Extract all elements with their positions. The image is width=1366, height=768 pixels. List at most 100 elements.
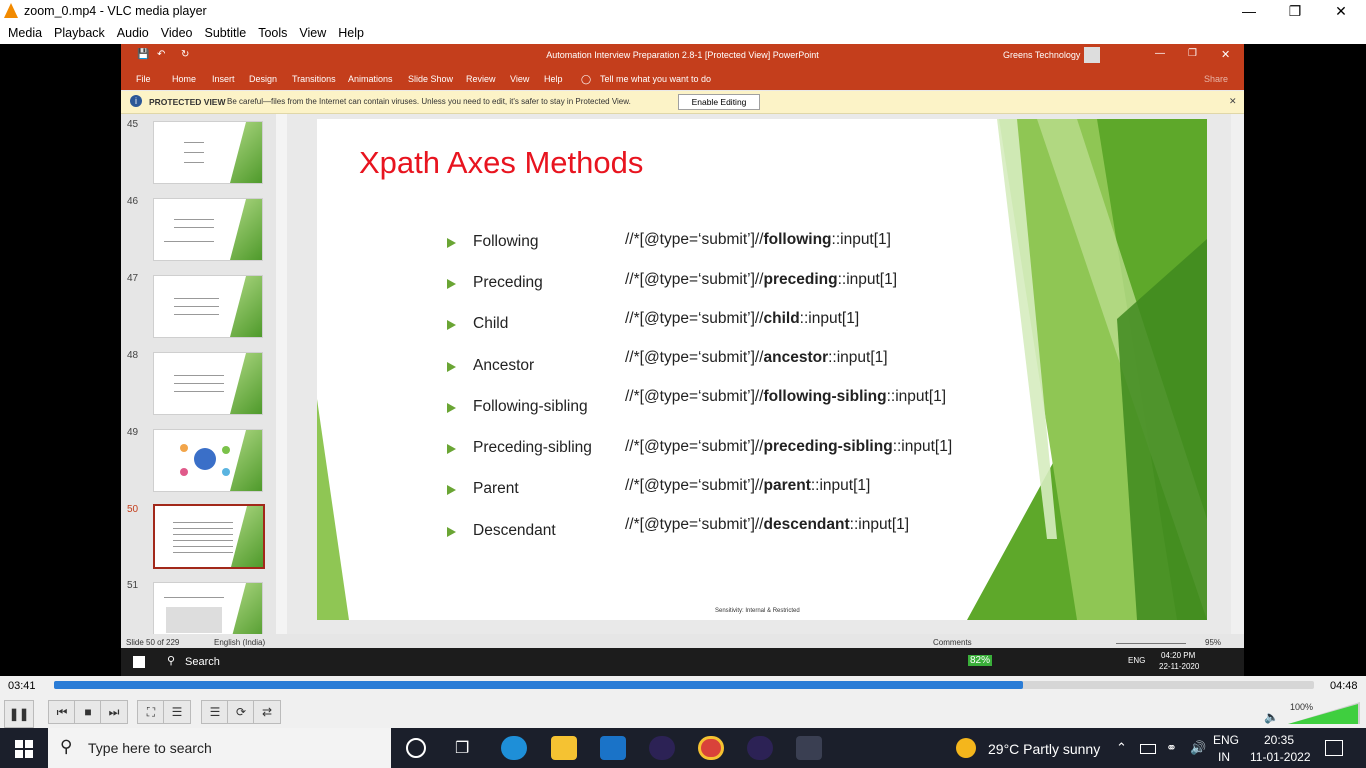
chevron-up-icon[interactable]: ⌃ (1116, 740, 1127, 756)
tell-me-input[interactable]: Tell me what you want to do (600, 74, 711, 84)
xpath-expression: //*[@type=‘submit’]//ancestor::input[1] (625, 349, 888, 366)
method-name: Descendant (473, 522, 556, 539)
slide-canvas[interactable]: Xpath Axes Methods Following //*[@type=‘… (317, 119, 1207, 620)
battery-indicator: 82% (968, 655, 993, 666)
bullet-icon (447, 444, 457, 454)
tab-slide-show[interactable]: Slide Show (408, 74, 453, 84)
eclipse-icon[interactable] (649, 736, 675, 760)
tab-help[interactable]: Help (544, 74, 563, 84)
recorded-search-label: Search (185, 656, 220, 668)
ppt-user-name: Greens Technology (1003, 50, 1081, 60)
comments-button[interactable]: Comments (933, 638, 972, 647)
tab-insert[interactable]: Insert (212, 74, 235, 84)
fullscreen-button[interactable]: ⛶ (137, 700, 165, 724)
close-button[interactable]: ✕ (1318, 1, 1364, 21)
thumb-number: 48 (127, 350, 139, 361)
tab-transitions[interactable]: Transitions (292, 74, 336, 84)
recorded-date: 22-11-2020 (1159, 662, 1200, 671)
eclipse-icon-2[interactable] (747, 736, 773, 760)
menu-media[interactable]: Media (2, 22, 48, 44)
clock-time[interactable]: 20:35 (1264, 733, 1294, 747)
menu-playback[interactable]: Playback (48, 22, 111, 44)
sensitivity-label: Sensitivity: Internal & Restricted (715, 608, 800, 614)
taskbar-search-placeholder: Type here to search (88, 740, 212, 756)
task-view-icon[interactable]: ❐ (455, 738, 469, 758)
close-icon[interactable]: ✕ (1229, 96, 1237, 107)
method-name: Preceding (473, 274, 543, 291)
ppt-minimize-icon[interactable]: — (1155, 48, 1165, 59)
tab-file[interactable]: File (136, 74, 151, 84)
slide-thumbnail[interactable] (153, 429, 263, 492)
thumb-number: 50 (127, 504, 139, 515)
tab-review[interactable]: Review (466, 74, 496, 84)
vlc-title-bar: zoom_0.mp4 - VLC media player — ❐ ✕ (0, 0, 1366, 22)
weather-text[interactable]: 29°C Partly sunny (988, 741, 1100, 757)
menu-subtitle[interactable]: Subtitle (199, 22, 253, 44)
slide-thumbnail[interactable] (153, 198, 263, 261)
avatar[interactable] (1084, 47, 1100, 63)
slide-thumbnail[interactable] (153, 275, 263, 338)
edge-icon[interactable] (501, 736, 527, 760)
powerpoint-window: 💾 ↶ ↻ Automation Interview Preparation 2… (121, 44, 1244, 676)
language-status[interactable]: English (India) (214, 638, 265, 647)
zoom-slider[interactable] (1116, 643, 1186, 644)
wifi-icon[interactable]: ⚭ (1166, 740, 1177, 756)
taskbar-search-box[interactable]: ⚲ Type here to search (48, 728, 391, 768)
file-explorer-icon[interactable] (551, 736, 577, 760)
bullet-icon (447, 279, 457, 289)
menu-help[interactable]: Help (332, 22, 370, 44)
next-button[interactable]: ⏭ (100, 700, 128, 724)
total-time: 04:48 (1330, 680, 1358, 692)
speaker-icon[interactable]: 🔈 (1264, 710, 1279, 724)
slide-thumbnail-selected[interactable] (153, 504, 265, 569)
clock-date[interactable]: 11-01-2022 (1250, 750, 1311, 764)
protected-view-label: PROTECTED VIEW (149, 97, 226, 107)
language-region[interactable]: IN (1218, 750, 1230, 764)
slide-scrollbar[interactable] (1231, 114, 1244, 634)
slide-thumbnail[interactable] (153, 121, 263, 184)
minimize-button[interactable]: — (1226, 1, 1272, 21)
menu-audio[interactable]: Audio (111, 22, 155, 44)
method-name: Preceding-sibling (473, 439, 592, 456)
method-name: Following (473, 233, 539, 250)
previous-button[interactable]: ⏮ (48, 700, 76, 724)
thumb-number: 51 (127, 580, 139, 591)
restore-button[interactable]: ❐ (1272, 1, 1318, 21)
slide-thumbnail[interactable] (153, 352, 263, 415)
stop-button[interactable]: ■ (74, 700, 102, 724)
ppt-close-icon[interactable]: ✕ (1221, 48, 1230, 61)
menu-tools[interactable]: Tools (252, 22, 293, 44)
enable-editing-button[interactable]: Enable Editing (678, 94, 760, 110)
seek-bar-progress (54, 681, 1023, 689)
tab-home[interactable]: Home (172, 74, 196, 84)
menu-video[interactable]: Video (155, 22, 199, 44)
share-button[interactable]: Share (1204, 74, 1228, 84)
window-title: zoom_0.mp4 - VLC media player (24, 4, 207, 18)
tab-animations[interactable]: Animations (348, 74, 393, 84)
xpath-expression: //*[@type=‘submit’]//preceding-sibling::… (625, 438, 953, 455)
extended-settings-button[interactable]: ☰ (163, 700, 191, 724)
search-icon: ⚲ (167, 655, 176, 667)
method-name: Parent (473, 480, 519, 497)
zoom-level[interactable]: 95% (1205, 638, 1221, 647)
tab-view[interactable]: View (510, 74, 529, 84)
start-button[interactable] (15, 740, 33, 758)
bullet-icon (447, 527, 457, 537)
thumbnail-scrollbar[interactable] (276, 114, 287, 634)
chrome-icon[interactable] (698, 736, 724, 760)
loop-button[interactable]: ⟳ (227, 700, 255, 724)
playlist-button[interactable]: ☰ (201, 700, 229, 724)
ppt-restore-icon[interactable]: ❐ (1188, 48, 1197, 59)
vlc-icon[interactable] (796, 736, 822, 760)
mail-icon[interactable] (600, 736, 626, 760)
shuffle-button[interactable]: ⇄ (253, 700, 281, 724)
volume-icon[interactable]: 🔊 (1190, 740, 1206, 756)
battery-icon[interactable] (1140, 744, 1156, 754)
pause-button[interactable]: ❚❚ (4, 700, 34, 728)
language-indicator[interactable]: ENG (1213, 733, 1239, 747)
notification-icon[interactable] (1325, 740, 1343, 756)
tab-design[interactable]: Design (249, 74, 277, 84)
cortana-icon[interactable] (406, 738, 426, 758)
menu-view[interactable]: View (293, 22, 332, 44)
search-icon: ⚲ (60, 737, 73, 756)
